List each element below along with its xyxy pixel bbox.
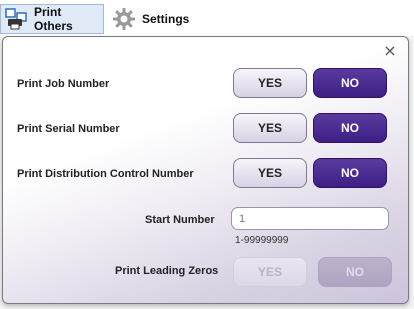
print-leading-zeros-no-button[interactable]: NO (318, 257, 392, 287)
printer-icon (4, 7, 28, 31)
tab-settings[interactable]: Settings (110, 4, 200, 34)
print-distribution-control-number-yes-button[interactable]: YES (233, 158, 307, 188)
tab-label: Print Others (34, 5, 73, 33)
print-others-popup: × Print Job Number YES NO Print Serial N… (2, 36, 409, 304)
print-serial-number-no-button[interactable]: NO (313, 113, 387, 143)
print-distribution-control-number-no-button[interactable]: NO (313, 158, 387, 188)
start-number-input[interactable] (231, 207, 389, 230)
print-serial-number-yes-button[interactable]: YES (233, 113, 307, 143)
start-number-label: Start Number (145, 214, 215, 226)
print-distribution-control-number-label: Print Distribution Control Number (17, 168, 194, 180)
start-number-range: 1-99999999 (235, 235, 289, 246)
print-serial-number-label: Print Serial Number (17, 123, 120, 135)
print-job-number-no-button[interactable]: NO (313, 68, 387, 98)
close-icon[interactable]: × (382, 43, 398, 59)
print-job-number-yes-button[interactable]: YES (233, 68, 307, 98)
print-job-number-label: Print Job Number (17, 78, 110, 90)
tab-print-others[interactable]: Print Others (0, 4, 104, 34)
tab-label: Settings (142, 12, 190, 26)
toolbar: Print Others Settings (0, 0, 414, 36)
gear-icon (112, 7, 136, 31)
print-leading-zeros-yes-button[interactable]: YES (233, 257, 307, 287)
print-leading-zeros-label: Print Leading Zeros (115, 265, 219, 277)
